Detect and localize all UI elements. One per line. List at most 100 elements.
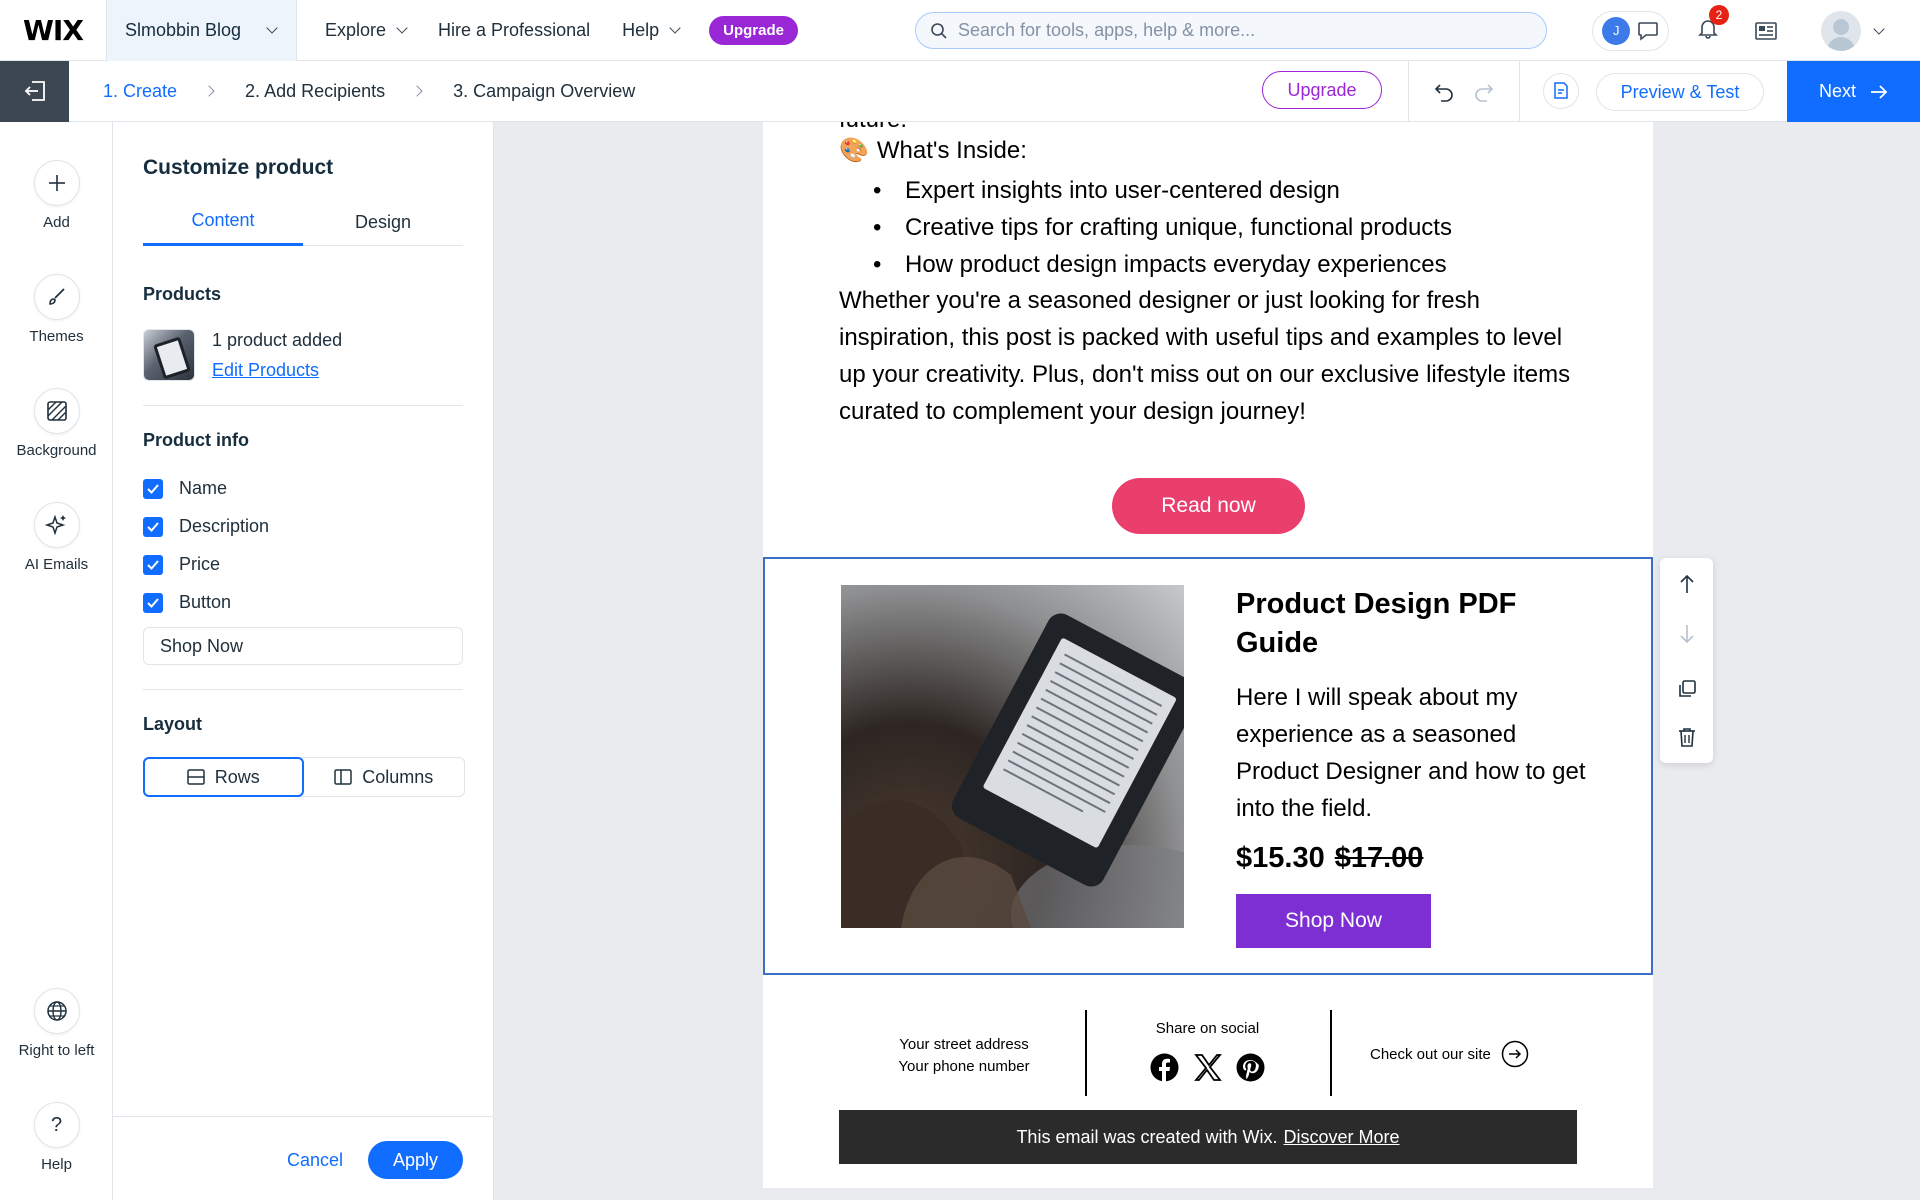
discover-more-link[interactable]: Discover More [1284, 1127, 1400, 1148]
layout-columns-label: Columns [362, 766, 434, 787]
x-twitter-icon[interactable] [1193, 1053, 1222, 1082]
site-selector[interactable]: Slmobbin Blog [107, 0, 297, 61]
whats-inside-heading: 🎨 What's Inside: [839, 136, 1027, 165]
rail-label-themes: Themes [29, 328, 84, 345]
checkbox-checked-icon[interactable] [143, 516, 163, 537]
palette-icon: 🎨 [839, 137, 869, 164]
sparkle-icon [33, 502, 80, 548]
social-icons [1150, 1053, 1265, 1082]
notifications-button[interactable]: 2 [1697, 5, 1729, 44]
divider [143, 689, 463, 690]
checkbox-button[interactable]: Button [143, 592, 231, 613]
arrow-down-icon [1679, 625, 1694, 644]
undo-redo-group [1408, 61, 1520, 122]
background-pattern-icon [33, 388, 80, 434]
columns-icon [334, 769, 352, 785]
redo-icon[interactable] [1473, 81, 1495, 103]
block-toolbar [1660, 558, 1713, 763]
read-now-button[interactable]: Read now [1112, 478, 1305, 534]
undo-icon[interactable] [1433, 81, 1455, 103]
rail-item-ai-emails[interactable]: AI Emails [0, 502, 113, 573]
chevron-down-icon [266, 22, 278, 34]
duplicate-button[interactable] [1660, 669, 1713, 709]
layout-rows-label: Rows [214, 766, 260, 787]
chevron-down-icon [396, 22, 408, 34]
chevron-down-icon [669, 22, 681, 34]
globe-icon [33, 988, 80, 1034]
checkbox-name[interactable]: Name [143, 478, 227, 499]
inside-heading-text: What's Inside: [876, 136, 1027, 164]
checkbox-description-label: Description [179, 516, 270, 536]
rail-label-help: Help [41, 1156, 72, 1173]
newsfeed-icon[interactable] [1755, 21, 1777, 41]
street-address: Your street address [899, 1036, 1029, 1053]
arrow-right-icon [1871, 84, 1888, 99]
checkbox-checked-icon[interactable] [143, 592, 163, 613]
rail-label-ai-emails: AI Emails [24, 556, 89, 573]
upgrade-pill-button[interactable]: Upgrade [709, 15, 798, 45]
rail-label-background: Background [16, 442, 97, 459]
edit-products-link[interactable]: Edit Products [212, 360, 319, 381]
pinterest-icon[interactable] [1236, 1053, 1265, 1082]
wix-logo[interactable]: WIX [0, 0, 107, 61]
product-count: 1 product added [212, 330, 343, 350]
site-link[interactable]: Check out our site [1370, 1040, 1529, 1068]
menu-help[interactable]: Help [606, 0, 695, 61]
layout-columns-button[interactable]: Columns [304, 758, 465, 796]
chevron-down-icon[interactable] [1873, 22, 1885, 35]
shop-now-button[interactable]: Shop Now [1236, 894, 1431, 948]
checkbox-price[interactable]: Price [143, 554, 220, 575]
tab-content[interactable]: Content [143, 198, 303, 246]
step-create[interactable]: 1. Create [103, 81, 177, 102]
menu-hire-label: Hire a Professional [438, 19, 591, 40]
rail-item-help[interactable]: ? Help [0, 1102, 113, 1173]
exit-editor-button[interactable] [0, 60, 69, 122]
products-section-label: Products [143, 284, 222, 304]
step-add-recipients[interactable]: 2. Add Recipients [245, 81, 385, 102]
upgrade-button[interactable]: Upgrade [1262, 71, 1382, 109]
menu-hire-professional[interactable]: Hire a Professional [422, 0, 606, 61]
chat-icon[interactable] [1637, 21, 1659, 41]
site-link-label: Check out our site [1370, 1045, 1491, 1063]
divider [143, 405, 463, 406]
brush-icon [33, 274, 80, 320]
top-bar: WIX Slmobbin Blog Explore Hire a Profess… [0, 0, 1920, 61]
product-block-selected[interactable]: Product Design PDF Guide Here I will spe… [763, 557, 1653, 975]
rail-item-themes[interactable]: Themes [0, 274, 113, 345]
checkbox-checked-icon[interactable] [143, 478, 163, 499]
button-text-input[interactable]: Shop Now [143, 627, 463, 665]
collaborators-pill[interactable]: J [1592, 10, 1669, 51]
user-avatar[interactable] [1821, 10, 1861, 51]
layout-rows-button[interactable]: Rows [143, 757, 304, 797]
list-item: Creative tips for crafting unique, funct… [873, 209, 1452, 246]
layout-label: Layout [143, 714, 203, 734]
apply-button[interactable]: Apply [368, 1141, 463, 1179]
rail-item-background[interactable]: Background [0, 388, 113, 459]
ereader-illustration [841, 613, 1184, 928]
checkbox-button-label: Button [179, 592, 232, 612]
preview-test-button[interactable]: Preview & Test [1596, 73, 1764, 111]
checkbox-description[interactable]: Description [143, 516, 269, 537]
delete-button[interactable] [1660, 717, 1713, 757]
step-campaign-overview[interactable]: 3. Campaign Overview [453, 81, 635, 102]
move-up-button[interactable] [1660, 564, 1713, 604]
cancel-button[interactable]: Cancel [287, 1141, 343, 1179]
checkbox-name-label: Name [179, 478, 228, 498]
customize-product-panel: Customize product Content Design Product… [113, 122, 494, 1200]
list-item: How product design impacts everyday expe… [873, 246, 1452, 283]
rail-label-right-to-left: Right to left [18, 1042, 95, 1059]
tab-design[interactable]: Design [303, 198, 463, 246]
checkbox-checked-icon[interactable] [143, 554, 163, 575]
product-title: Product Design PDF Guide [1236, 588, 1517, 659]
exit-icon [24, 81, 45, 101]
rail-item-add[interactable]: Add [0, 160, 113, 231]
rail-item-right-to-left[interactable]: Right to left [0, 988, 113, 1059]
menu-explore[interactable]: Explore [309, 0, 422, 61]
search-input[interactable]: Search for tools, apps, help & more... [915, 12, 1547, 49]
collaborator-avatar[interactable]: J [1602, 16, 1631, 45]
facebook-icon[interactable] [1150, 1053, 1179, 1082]
next-button[interactable]: Next [1787, 61, 1920, 122]
save-draft-button[interactable] [1543, 73, 1579, 109]
move-down-button[interactable] [1660, 614, 1713, 654]
chevron-right-icon [203, 85, 215, 97]
